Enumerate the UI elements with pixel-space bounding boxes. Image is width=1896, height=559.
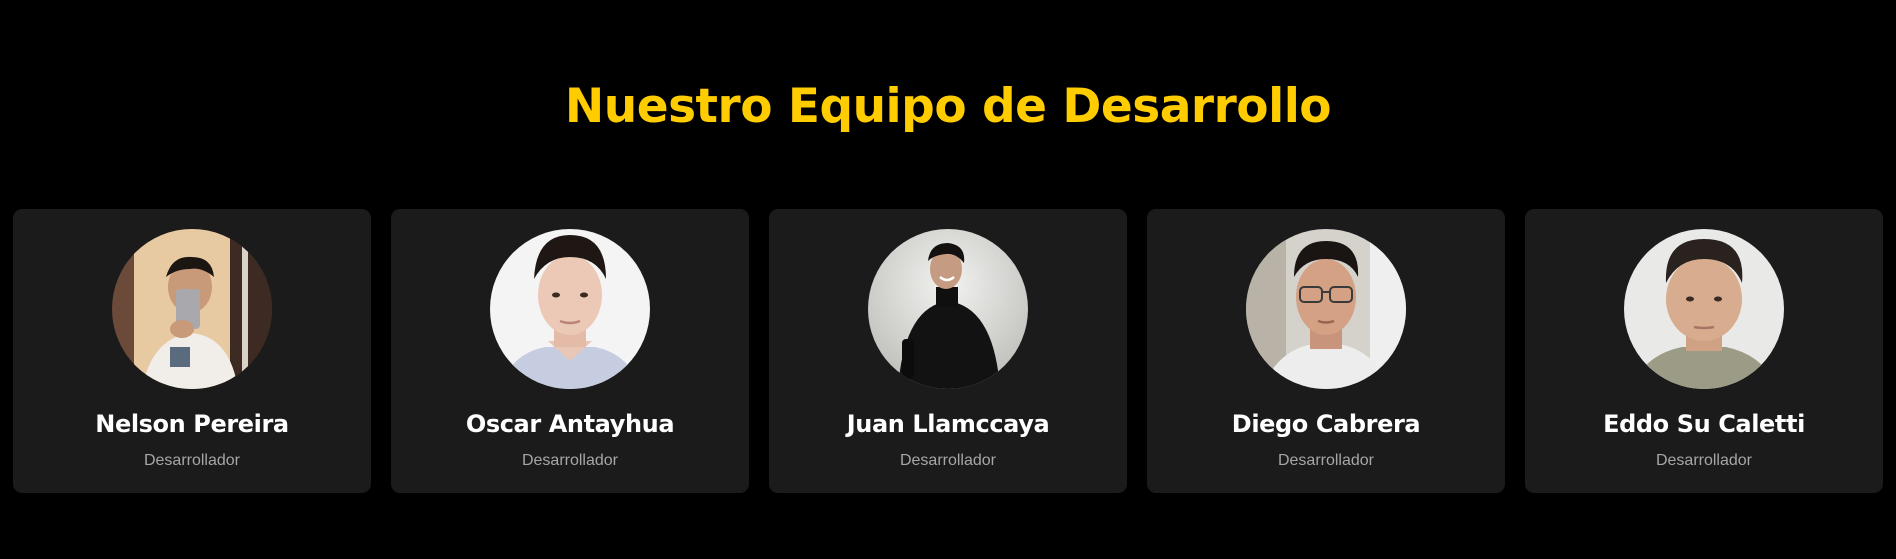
- team-member-card: Eddo Su Caletti Desarrollador: [1525, 209, 1883, 493]
- glasses-portrait-photo: [1246, 229, 1406, 389]
- member-role: Desarrollador: [899, 452, 997, 469]
- team-member-card: Diego Cabrera Desarrollador: [1147, 209, 1505, 493]
- member-name: Diego Cabrera: [1231, 410, 1421, 438]
- section-title: Nuestro Equipo de Desarrollo: [564, 79, 1332, 134]
- team-section: Nuestro Equipo de Desarrollo Nelson Pere…: [0, 0, 1896, 559]
- portrait-photo: [1624, 229, 1784, 389]
- avatar: [868, 229, 1028, 389]
- avatar: [490, 229, 650, 389]
- member-role: Desarrollador: [521, 452, 619, 469]
- avatar: [1246, 229, 1406, 389]
- member-role: Desarrollador: [143, 452, 241, 469]
- member-role: Desarrollador: [1655, 452, 1753, 469]
- black-sweater-photo: [868, 229, 1028, 389]
- member-name: Juan Llamccaya: [846, 410, 1050, 438]
- member-name: Nelson Pereira: [95, 410, 289, 438]
- portrait-photo: [490, 229, 650, 389]
- mirror-selfie-photo: [112, 229, 272, 389]
- avatar: [1624, 229, 1784, 389]
- member-name: Oscar Antayhua: [465, 410, 675, 438]
- avatar: [112, 229, 272, 389]
- team-member-card: Juan Llamccaya Desarrollador: [769, 209, 1127, 493]
- team-member-card: Nelson Pereira Desarrollador: [13, 209, 371, 493]
- team-cards: Nelson Pereira Desarrollador Oscar Antay…: [13, 209, 1885, 493]
- team-member-card: Oscar Antayhua Desarrollador: [391, 209, 749, 493]
- member-role: Desarrollador: [1277, 452, 1375, 469]
- member-name: Eddo Su Caletti: [1603, 410, 1805, 438]
